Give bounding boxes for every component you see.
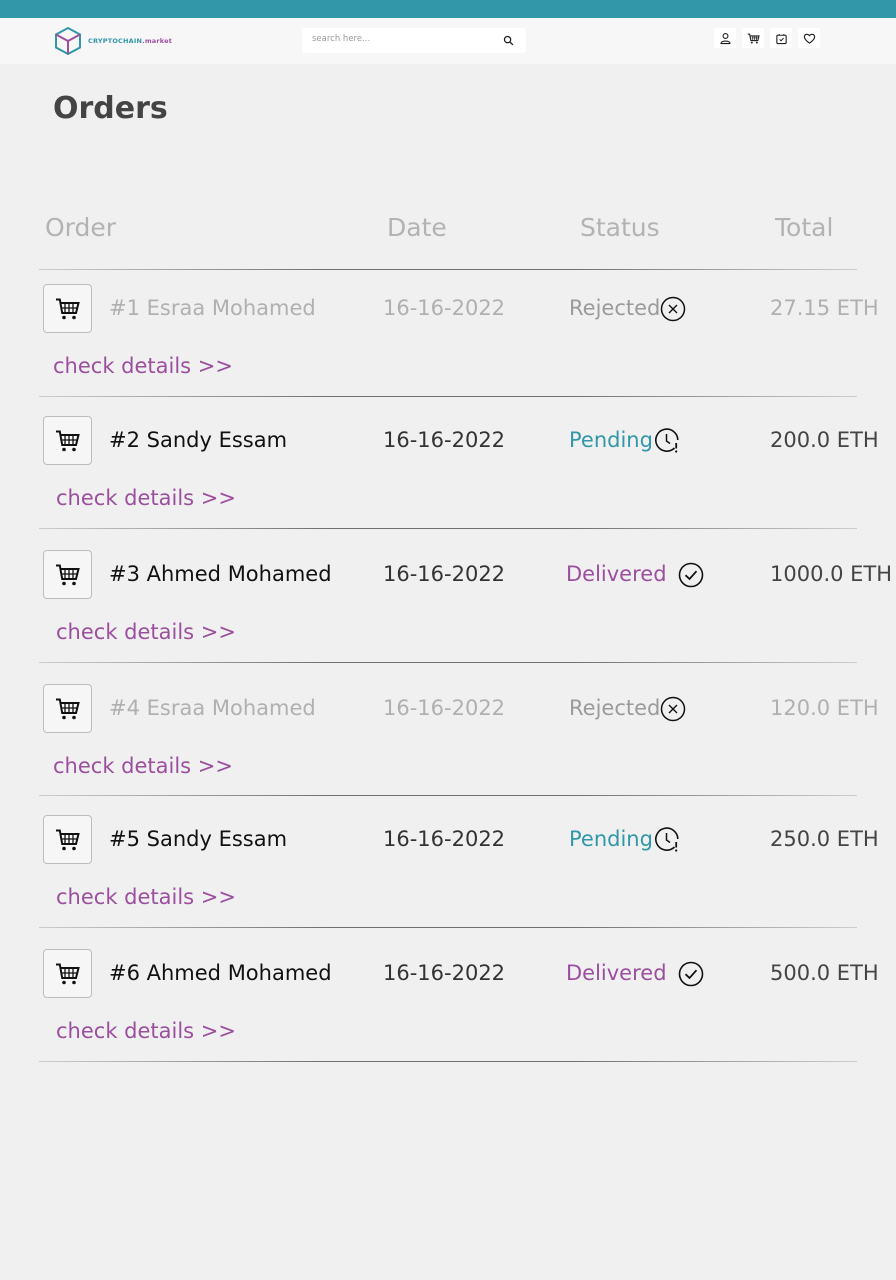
- order-date: 16-16-2022: [383, 428, 506, 452]
- column-header-order: Order: [45, 213, 117, 242]
- user-icon: [719, 32, 731, 44]
- order-cart-thumbnail[interactable]: [43, 684, 92, 733]
- cart-icon: [55, 298, 80, 319]
- check-details-link[interactable]: check details >>: [56, 620, 236, 644]
- order-status: Pending: [569, 827, 653, 851]
- pending-clock-icon: [655, 428, 679, 453]
- order-total: 500.0 ETH: [770, 961, 879, 985]
- check-details-link[interactable]: check details >>: [56, 885, 236, 909]
- pending-clock-icon: [655, 827, 679, 852]
- search-icon[interactable]: [503, 35, 514, 46]
- row-divider: [39, 795, 857, 796]
- column-header-total: Total: [775, 213, 834, 242]
- order-total: 120.0 ETH: [770, 696, 879, 720]
- row-divider: [39, 927, 857, 928]
- order-total: 1000.0 ETH: [770, 562, 893, 586]
- check-details-link[interactable]: check details >>: [56, 486, 236, 510]
- order-date: 16-16-2022: [383, 296, 506, 320]
- cart-icon: [55, 430, 80, 451]
- order-date: 16-16-2022: [383, 827, 506, 851]
- row-divider: [39, 396, 857, 397]
- table-divider: [39, 269, 857, 270]
- cart-icon: [747, 33, 760, 44]
- delivered-check-icon: [678, 961, 704, 987]
- order-row: #5 Sandy Essam 16-16-2022 Pending 250.0 …: [0, 815, 896, 945]
- order-cart-thumbnail[interactable]: [43, 416, 92, 465]
- order-name: #5 Sandy Essam: [109, 827, 288, 851]
- wishlist-button[interactable]: [798, 28, 820, 48]
- rejected-icon: [660, 696, 686, 722]
- column-header-date: Date: [387, 213, 447, 242]
- order-row: #1 Esraa Mohamed 16-16-2022 Rejected 27.…: [0, 284, 896, 414]
- order-total: 200.0 ETH: [770, 428, 879, 452]
- logo-text: CRYPTOCHAIN.market: [88, 37, 172, 45]
- logo-text-accent: .market: [142, 37, 173, 45]
- account-button[interactable]: [714, 28, 736, 48]
- order-date: 16-16-2022: [383, 562, 506, 586]
- order-row: #3 Ahmed Mohamed 16-16-2022 Delivered 10…: [0, 550, 896, 680]
- order-cart-thumbnail[interactable]: [43, 949, 92, 998]
- delivered-check-icon: [678, 562, 704, 588]
- rejected-icon: [660, 296, 686, 322]
- order-name: #3 Ahmed Mohamed: [109, 562, 332, 586]
- order-cart-thumbnail[interactable]: [43, 550, 92, 599]
- page-title: Orders: [53, 91, 168, 126]
- cart-icon: [55, 698, 80, 719]
- search-box: [302, 28, 526, 53]
- row-divider: [39, 662, 857, 663]
- order-name: #1 Esraa Mohamed: [109, 296, 316, 320]
- cart-button[interactable]: [742, 28, 764, 48]
- header-icons: [714, 28, 820, 48]
- logo-text-primary: CRYPTOCHAIN: [88, 37, 143, 45]
- order-date: 16-16-2022: [383, 696, 506, 720]
- logo[interactable]: CRYPTOCHAIN.market: [54, 26, 172, 56]
- order-status: Pending: [569, 428, 653, 452]
- bag-button[interactable]: [770, 28, 792, 48]
- order-row: #2 Sandy Essam 16-16-2022 Pending 200.0 …: [0, 416, 896, 546]
- cart-icon: [55, 564, 80, 585]
- order-status: Rejected: [569, 696, 661, 720]
- order-total: 250.0 ETH: [770, 827, 879, 851]
- column-header-status: Status: [580, 213, 660, 242]
- order-status: Delivered: [566, 562, 667, 586]
- order-name: #6 Ahmed Mohamed: [109, 961, 332, 985]
- order-status: Rejected: [569, 296, 661, 320]
- bag-icon: [775, 33, 787, 44]
- header: CRYPTOCHAIN.market: [0, 18, 896, 64]
- cube-logo-icon: [55, 26, 81, 56]
- order-name: #2 Sandy Essam: [109, 428, 288, 452]
- order-row: #6 Ahmed Mohamed 16-16-2022 Delivered 50…: [0, 949, 896, 1079]
- row-divider: [39, 1061, 857, 1062]
- order-status: Delivered: [566, 961, 667, 985]
- order-date: 16-16-2022: [383, 961, 506, 985]
- check-details-link[interactable]: check details >>: [56, 1019, 236, 1043]
- order-cart-thumbnail[interactable]: [43, 815, 92, 864]
- check-details-link[interactable]: check details >>: [53, 354, 233, 378]
- top-accent-bar: [0, 0, 896, 18]
- order-name: #4 Esraa Mohamed: [109, 696, 316, 720]
- cart-icon: [55, 963, 80, 984]
- check-details-link[interactable]: check details >>: [53, 754, 233, 778]
- search-input[interactable]: [312, 34, 492, 44]
- order-cart-thumbnail[interactable]: [43, 284, 92, 333]
- order-total: 27.15 ETH: [770, 296, 879, 320]
- row-divider: [39, 528, 857, 529]
- cart-icon: [55, 829, 80, 850]
- heart-icon: [803, 33, 815, 44]
